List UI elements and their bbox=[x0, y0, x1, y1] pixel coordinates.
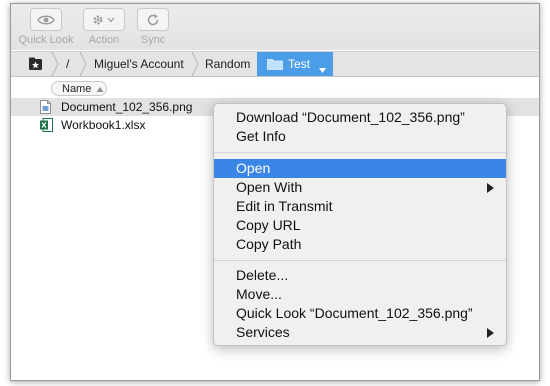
menu-separator bbox=[214, 152, 506, 153]
submenu-arrow-icon bbox=[487, 328, 494, 338]
menu-item-services[interactable]: Services bbox=[214, 323, 506, 342]
folder-icon bbox=[267, 58, 283, 73]
eye-icon bbox=[30, 8, 62, 31]
chevron-down-icon[interactable] bbox=[319, 62, 326, 76]
menu-separator bbox=[214, 260, 506, 261]
sync-button[interactable]: Sync bbox=[133, 8, 173, 46]
toolbar: Quick Look Action Sync bbox=[11, 4, 539, 50]
menu-item-quick-look[interactable]: Quick Look “Document_102_356.png” bbox=[214, 304, 506, 323]
breadcrumb-item-random[interactable]: Random bbox=[205, 52, 250, 76]
gear-menu-icon bbox=[83, 8, 125, 31]
menu-item-open-with-label: Open With bbox=[236, 179, 303, 195]
submenu-arrow-icon bbox=[487, 183, 494, 193]
menu-item-open-with[interactable]: Open With bbox=[214, 178, 506, 197]
menu-item-services-label: Services bbox=[236, 324, 290, 340]
quick-look-label: Quick Look bbox=[18, 34, 74, 46]
action-label: Action bbox=[88, 34, 120, 46]
menu-item-copy-path[interactable]: Copy Path bbox=[214, 235, 506, 254]
breadcrumb-item-test[interactable]: Test bbox=[257, 52, 333, 76]
sync-icon bbox=[137, 8, 169, 31]
context-menu: Download “Document_102_356.png” Get Info… bbox=[213, 103, 507, 346]
favorites-icon[interactable] bbox=[28, 56, 43, 76]
menu-item-delete[interactable]: Delete... bbox=[214, 266, 506, 285]
menu-item-copy-url[interactable]: Copy URL bbox=[214, 216, 506, 235]
breadcrumb-separator bbox=[191, 52, 199, 76]
menu-item-download[interactable]: Download “Document_102_356.png” bbox=[214, 108, 506, 127]
breadcrumb: / Miguel's Account Random Test bbox=[11, 51, 539, 77]
quick-look-button[interactable]: Quick Look bbox=[17, 8, 75, 46]
transmit-window: Quick Look Action Sync / Miguel's Accoun… bbox=[10, 3, 540, 381]
excel-file-icon bbox=[40, 118, 53, 137]
file-name: Document_102_356.png bbox=[61, 100, 193, 114]
menu-item-edit-in-transmit[interactable]: Edit in Transmit bbox=[214, 197, 506, 216]
breadcrumb-separator bbox=[79, 52, 87, 76]
action-button[interactable]: Action bbox=[81, 8, 127, 46]
breadcrumb-item-account[interactable]: Miguel's Account bbox=[94, 52, 184, 76]
menu-item-open[interactable]: Open bbox=[214, 159, 506, 178]
menu-item-move[interactable]: Move... bbox=[214, 285, 506, 304]
breadcrumb-separator bbox=[51, 52, 59, 76]
menu-item-get-info[interactable]: Get Info bbox=[214, 127, 506, 146]
file-name: Workbook1.xlsx bbox=[61, 118, 146, 132]
breadcrumb-active-label: Test bbox=[288, 57, 311, 71]
name-column-label: Name bbox=[62, 83, 92, 95]
breadcrumb-root[interactable]: / bbox=[66, 52, 69, 76]
name-column-header[interactable]: Name bbox=[51, 81, 107, 96]
sync-label: Sync bbox=[140, 34, 166, 46]
